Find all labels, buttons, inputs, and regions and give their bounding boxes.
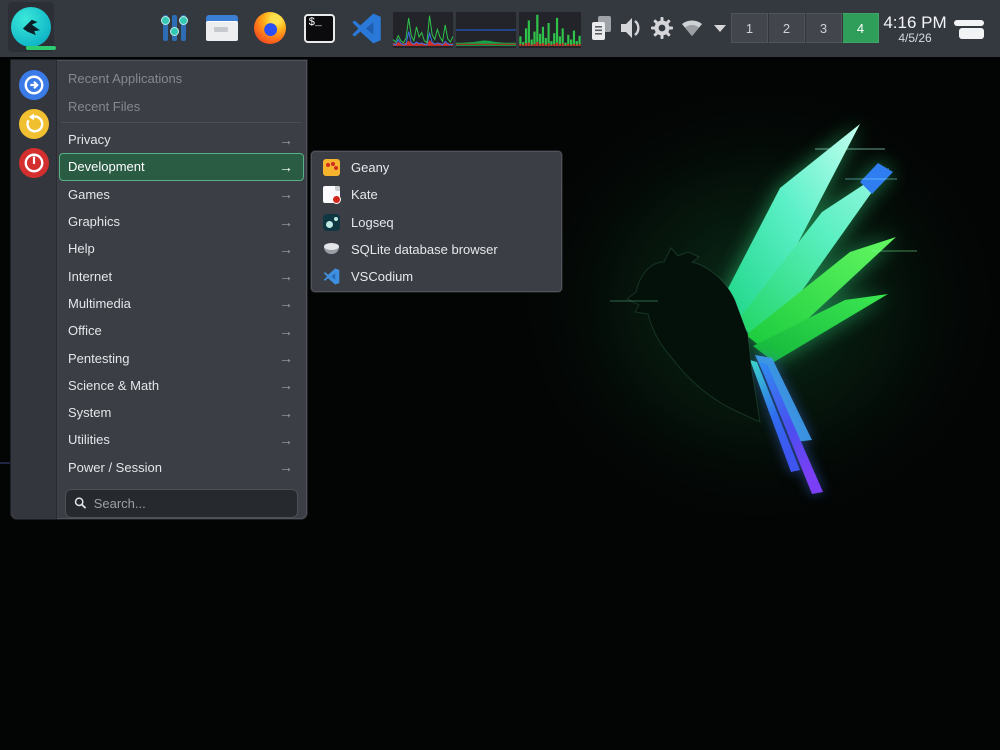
submenu-arrow-icon: → [279, 377, 293, 393]
workspace-switcher: 1 2 3 4 [731, 13, 879, 43]
network-graph[interactable] [456, 12, 516, 48]
app-logseq[interactable]: Logseq [315, 209, 558, 236]
logout-button[interactable] [19, 70, 49, 100]
clock-date: 4/5/26 [898, 32, 931, 45]
recent-applications-label: Recent Applications [68, 71, 293, 86]
sqlite-icon [323, 241, 340, 258]
clipboard-tray-icon[interactable] [588, 14, 616, 42]
submenu-arrow-icon: → [279, 459, 293, 475]
gear-icon[interactable] [648, 14, 676, 42]
submenu-arrow-icon: → [279, 268, 293, 284]
workspace-2[interactable]: 2 [768, 13, 805, 43]
clock[interactable]: 4:16 PM 4/5/26 [880, 7, 950, 51]
category-utilities[interactable]: Utilities → [59, 426, 304, 453]
sliders-icon [161, 14, 189, 42]
submenu-arrow-icon: → [279, 214, 293, 230]
cpu-graph[interactable] [393, 12, 453, 48]
vscodium-icon [323, 268, 340, 285]
menu-search [65, 489, 298, 518]
show-desktop-icon [952, 16, 986, 42]
category-multimedia[interactable]: Multimedia → [59, 290, 304, 317]
kate-icon [323, 186, 340, 203]
vscode-launcher[interactable] [348, 10, 384, 46]
app-kate[interactable]: Kate [315, 181, 558, 208]
logseq-icon [323, 214, 340, 231]
category-games[interactable]: Games → [59, 181, 304, 208]
category-office[interactable]: Office → [59, 317, 304, 344]
tray-expand-button[interactable] [706, 14, 734, 42]
submenu-arrow-icon: → [279, 350, 293, 366]
firefox-launcher[interactable] [252, 10, 288, 46]
app-vscodium[interactable]: VSCodium [315, 263, 558, 290]
search-input[interactable] [94, 496, 289, 511]
category-graphics[interactable]: Graphics → [59, 208, 304, 235]
terminal-icon: $_ [304, 14, 335, 43]
submenu-arrow-icon: → [279, 159, 293, 175]
category-help[interactable]: Help → [59, 235, 304, 262]
recent-applications-item[interactable]: Recent Applications [59, 64, 304, 92]
show-desktop-button[interactable] [950, 15, 988, 43]
app-sqlite-browser[interactable]: SQLite database browser [315, 236, 558, 263]
category-system[interactable]: System → [59, 399, 304, 426]
submenu-arrow-icon: → [279, 295, 293, 311]
disk-graph[interactable] [519, 12, 581, 48]
restart-button[interactable] [19, 109, 49, 139]
clock-time: 4:16 PM [883, 14, 946, 32]
firefox-icon [254, 12, 286, 44]
menu-separator [61, 122, 302, 123]
category-internet[interactable]: Internet → [59, 262, 304, 289]
geany-icon [323, 159, 340, 176]
wifi-icon[interactable] [678, 14, 706, 42]
submenu-arrow-icon: → [279, 405, 293, 421]
restart-icon [23, 113, 45, 135]
recent-files-item[interactable]: Recent Files [59, 92, 304, 120]
logout-icon [23, 74, 45, 96]
development-submenu: Geany Kate Logseq SQLite database browse… [310, 150, 563, 293]
top-panel: $_ [0, 0, 1000, 57]
shutdown-icon [23, 152, 45, 174]
folder-icon [206, 15, 238, 41]
chevron-down-icon [714, 25, 726, 32]
settings-manager-launcher[interactable] [157, 10, 193, 46]
submenu-arrow-icon: → [279, 186, 293, 202]
search-icon [74, 496, 87, 510]
workspace-1[interactable]: 1 [731, 13, 768, 43]
active-indicator [26, 46, 56, 50]
applications-menu: Recent Applications Recent Files Privacy… [10, 59, 308, 520]
volume-icon[interactable] [618, 14, 646, 42]
applications-menu-button[interactable] [8, 2, 54, 52]
athena-logo-icon [11, 7, 51, 47]
submenu-arrow-icon: → [279, 132, 293, 148]
recent-files-label: Recent Files [68, 99, 293, 114]
submenu-arrow-icon: → [279, 323, 293, 339]
category-privacy[interactable]: Privacy → [59, 126, 304, 153]
file-manager-launcher[interactable] [204, 10, 240, 46]
category-power-session[interactable]: Power / Session → [59, 454, 304, 481]
category-science-math[interactable]: Science & Math → [59, 372, 304, 399]
workspace-4-active[interactable]: 4 [842, 13, 879, 43]
submenu-arrow-icon: → [279, 432, 293, 448]
app-geany[interactable]: Geany [315, 154, 558, 181]
workspace-3[interactable]: 3 [805, 13, 842, 43]
menu-category-list: Recent Applications Recent Files Privacy… [57, 60, 307, 519]
shutdown-button[interactable] [19, 148, 49, 178]
submenu-arrow-icon: → [279, 241, 293, 257]
category-development-selected[interactable]: Development → [59, 153, 304, 180]
terminal-launcher[interactable]: $_ [301, 10, 337, 46]
vscode-icon [351, 13, 382, 44]
menu-session-sidebar [11, 60, 57, 519]
category-pentesting[interactable]: Pentesting → [59, 344, 304, 371]
